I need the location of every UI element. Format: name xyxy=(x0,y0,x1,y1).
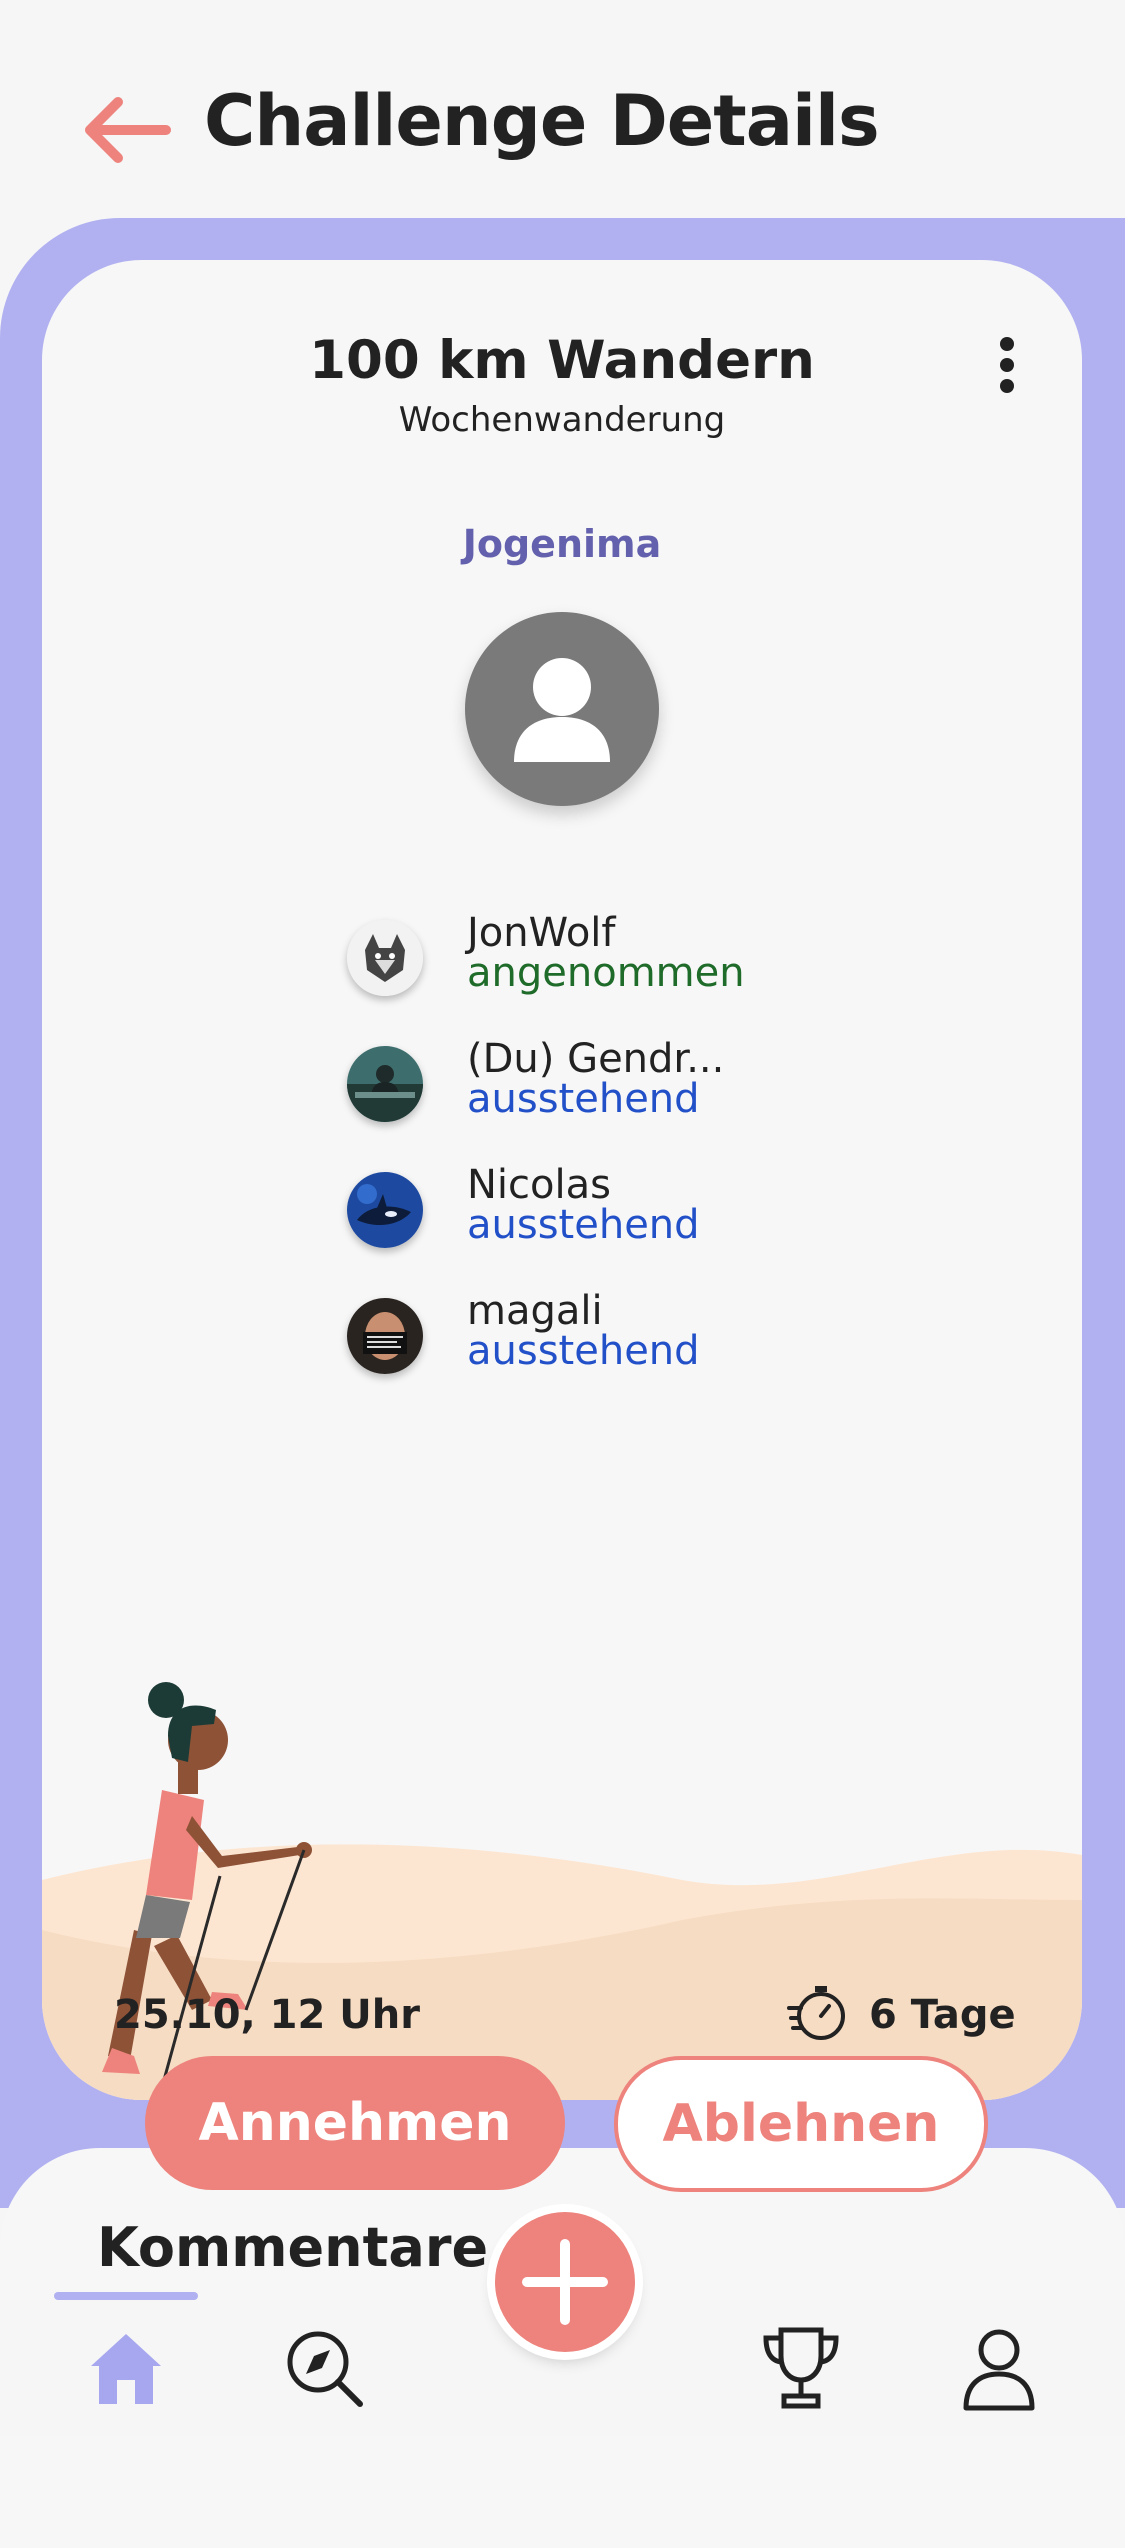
participant-status: ausstehend xyxy=(467,1202,700,1248)
participant-avatar xyxy=(347,1172,423,1248)
participant-row[interactable]: magali ausstehend xyxy=(347,1288,907,1398)
plus-icon xyxy=(522,2239,608,2325)
tab-indicator xyxy=(54,2292,198,2300)
challenge-title: 100 km Wandern xyxy=(309,330,815,391)
participant-avatar xyxy=(347,1046,423,1122)
orca-photo-icon xyxy=(347,1172,423,1248)
duration-text: 6 Tage xyxy=(869,1992,1016,2038)
nav-explore[interactable] xyxy=(278,2322,368,2412)
creator-name[interactable]: Jogenima xyxy=(42,522,1082,566)
back-button[interactable] xyxy=(80,90,180,170)
participant-row[interactable]: (Du) Gendr... ausstehend xyxy=(347,1036,907,1146)
challenge-duration: 6 Tage xyxy=(787,1982,1057,2052)
profile-icon xyxy=(963,2329,1035,2411)
more-options-button[interactable] xyxy=(977,330,1037,400)
more-vertical-icon xyxy=(1000,337,1014,393)
participant-status: ausstehend xyxy=(467,1328,700,1374)
home-icon xyxy=(91,2334,161,2404)
compass-search-icon xyxy=(287,2331,363,2407)
creator-avatar[interactable] xyxy=(465,612,659,806)
participant-status: ausstehend xyxy=(467,1076,700,1122)
user-placeholder-icon xyxy=(514,658,610,762)
accept-button[interactable]: Annehmen xyxy=(145,2056,565,2190)
participant-status: angenommen xyxy=(467,950,745,996)
page-title: Challenge Details xyxy=(204,80,880,162)
nav-home[interactable] xyxy=(81,2322,171,2412)
user-photo-icon xyxy=(347,1046,423,1122)
nav-profile[interactable] xyxy=(954,2322,1044,2412)
decline-button[interactable]: Ablehnen xyxy=(614,2056,988,2192)
challenge-date: 25.10, 12 Uhr xyxy=(114,1992,420,2038)
nav-leaderboard[interactable] xyxy=(756,2322,846,2412)
trophy-icon xyxy=(763,2327,839,2409)
user-photo-icon xyxy=(347,1298,423,1374)
participant-row[interactable]: Nicolas ausstehend xyxy=(347,1162,907,1272)
challenge-card: 100 km Wandern Wochenwanderung Jogenima … xyxy=(42,260,1082,2100)
participant-avatar xyxy=(347,920,423,996)
participant-avatar xyxy=(347,1298,423,1374)
stopwatch-icon xyxy=(787,1986,845,2040)
wolf-avatar-icon xyxy=(347,920,423,996)
add-challenge-button[interactable] xyxy=(495,2212,635,2352)
comments-heading[interactable]: Kommentare xyxy=(97,2216,488,2279)
challenge-subtitle: Wochenwanderung xyxy=(398,400,726,440)
participant-row[interactable]: JonWolf angenommen xyxy=(347,910,907,1020)
arrow-left-icon xyxy=(85,97,171,163)
